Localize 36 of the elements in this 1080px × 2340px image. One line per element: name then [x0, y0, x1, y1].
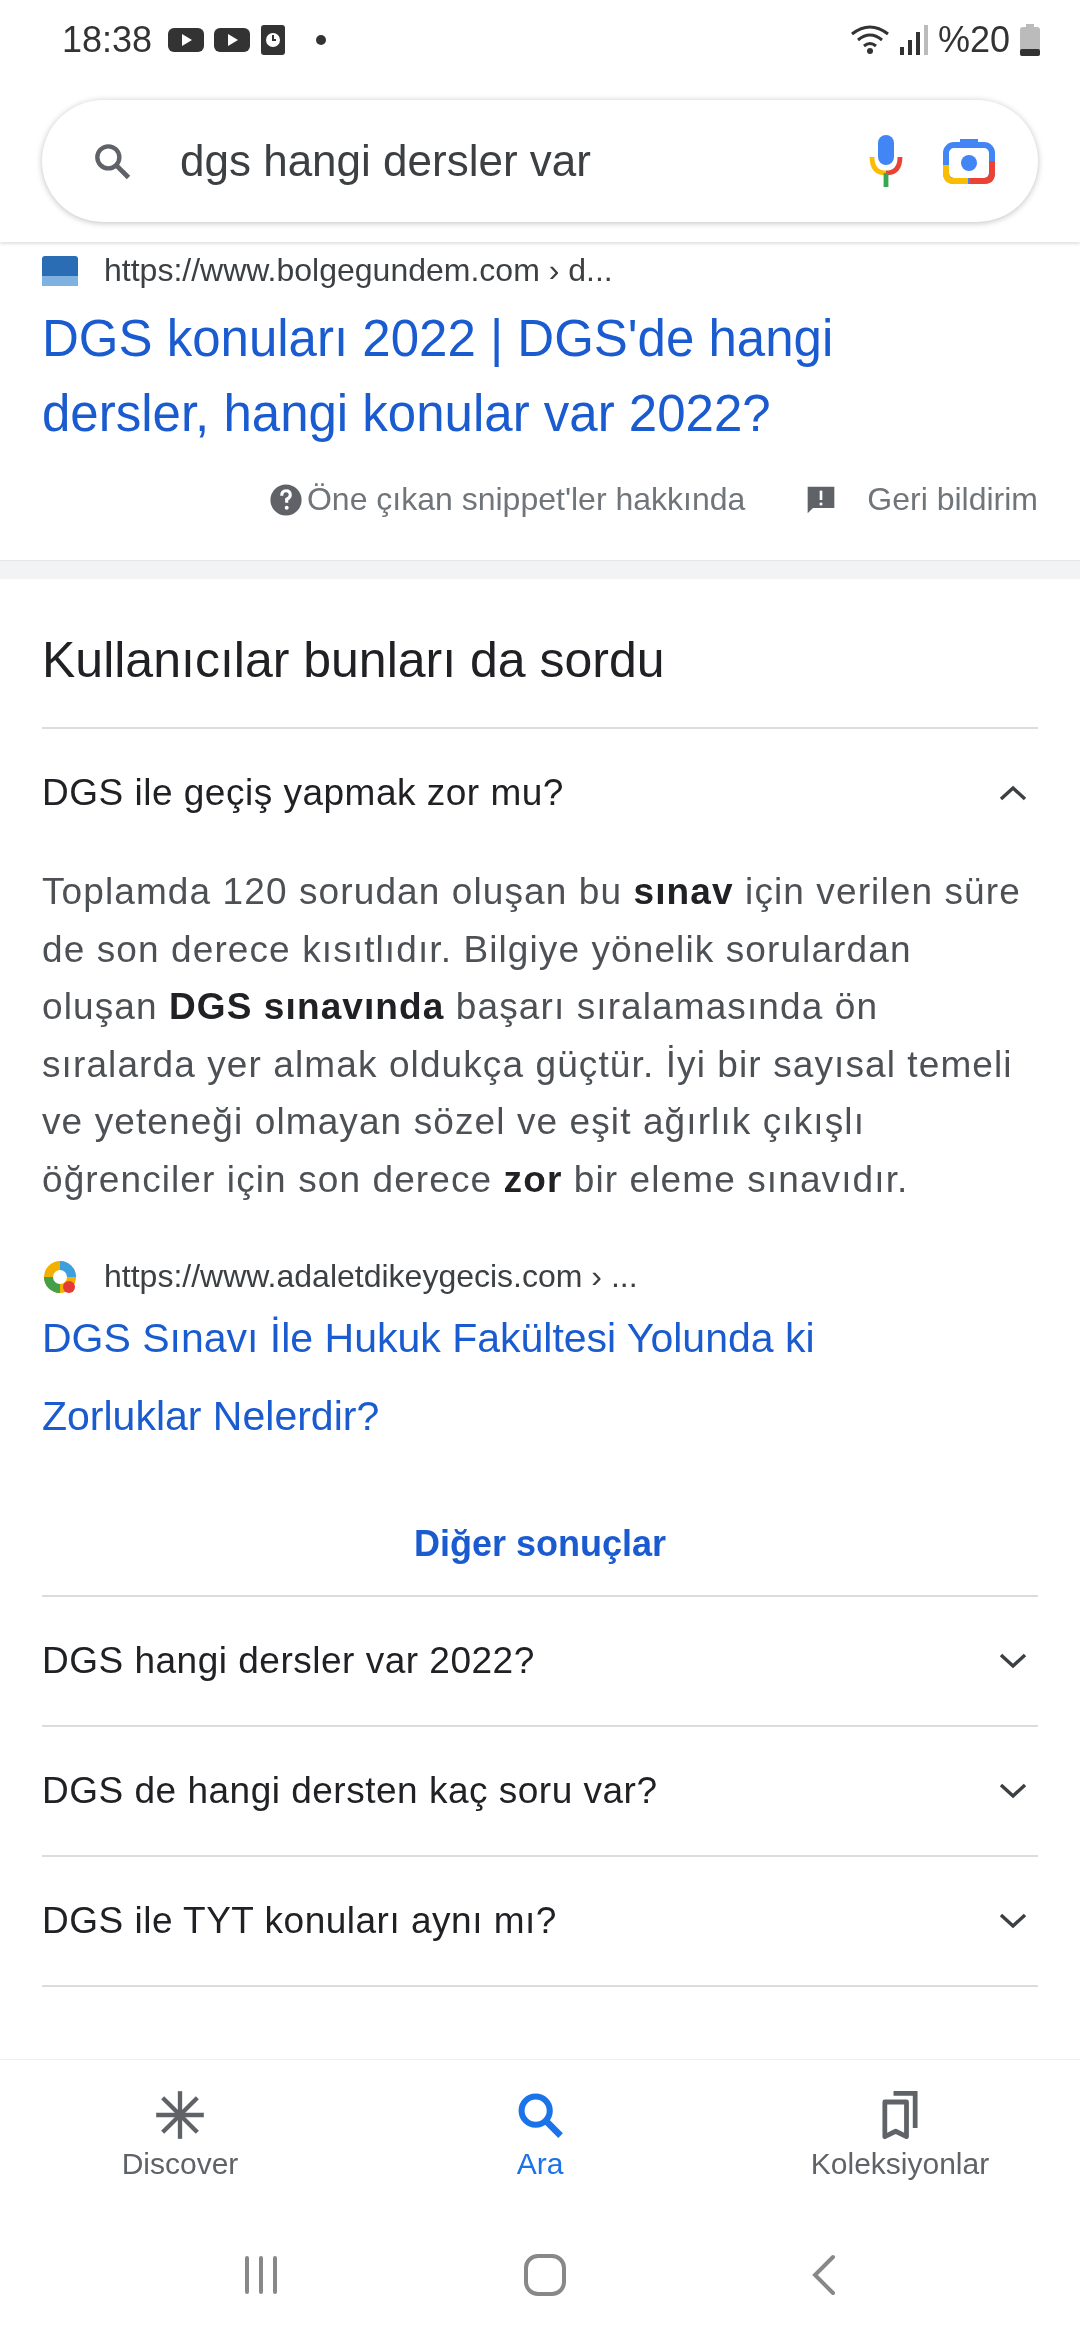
source-url: https://www.adaletdikeygecis.com › ... — [104, 1258, 638, 1295]
battery-icon — [1020, 24, 1040, 56]
video-icon — [214, 27, 251, 53]
battery-level: %20 — [937, 19, 1010, 61]
site-logo-icon — [42, 255, 78, 286]
section-heading: Kullanıcılar bunları da sordu — [42, 579, 1038, 729]
camera-icon[interactable] — [942, 137, 996, 185]
nav-tab[interactable]: Discover — [0, 2060, 360, 2210]
nav-tab[interactable]: Koleksiyonlar — [720, 2060, 1080, 2210]
status-time: 18:38 — [62, 19, 153, 61]
clock-icon — [260, 24, 287, 56]
question-row[interactable]: DGS ile TYT konuları aynı mı? — [42, 1857, 1038, 1987]
question-row[interactable]: DGS ile geçiş yapmak zor mu? — [42, 729, 1038, 857]
answer-paragraph: Toplamda 120 sorudan oluşan bu sınav için verilen süre de son derece kısıtlıdır. Bilgiye yönelik sorulardan oluşan DGS sınavında başarı sıralamasında ön sıralarda yer almak oldukça güçtür. İyi bir sayısal temeli ve yeteneği olmayan sözel ve eşit ağırlık çıkışlı öğrenciler için son derece zor bir eleme sınavıdır. — [42, 870, 1022, 1202]
question-row[interactable]: DGS de hangi dersten kaç soru var? — [42, 1727, 1038, 1857]
site-logo-icon — [42, 1258, 78, 1295]
search-field[interactable]: dgs hangi dersler var — [42, 100, 1038, 222]
result-url: https://www.bolgegundem.com › d... — [104, 252, 613, 289]
chevron-down-icon — [998, 1781, 1028, 1801]
chevron-down-icon — [998, 1911, 1028, 1931]
result-title-link[interactable]: DGS konuları 2022 | DGS'de hangi dersler, hangi konular var 2022? — [42, 301, 972, 451]
help-icon — [268, 482, 303, 517]
about-snippets-link[interactable]: Öne çıkan snippet'ler hakkında — [306, 481, 746, 518]
home-icon[interactable] — [523, 2253, 567, 2297]
nav-tab[interactable]: Ara — [360, 2060, 720, 2210]
asterisk-icon — [154, 2089, 206, 2141]
chevron-down-icon — [998, 1651, 1028, 1671]
signal-icon — [899, 25, 928, 55]
question-row[interactable]: DGS hangi dersler var 2022? — [42, 1597, 1038, 1727]
wifi-icon — [849, 24, 890, 56]
more-results-link[interactable]: Diğer sonuçlar — [413, 1523, 667, 1595]
source-title-link[interactable]: DGS Sınavı İle Hukuk Fakültesi Yolunda ki Zorluklar Nelerdir? — [42, 1299, 942, 1455]
video-icon — [168, 27, 205, 53]
chevron-up-icon — [998, 783, 1028, 803]
notification-dot-icon — [316, 35, 327, 45]
feedback-link[interactable]: Geri bildirim — [867, 481, 1038, 518]
